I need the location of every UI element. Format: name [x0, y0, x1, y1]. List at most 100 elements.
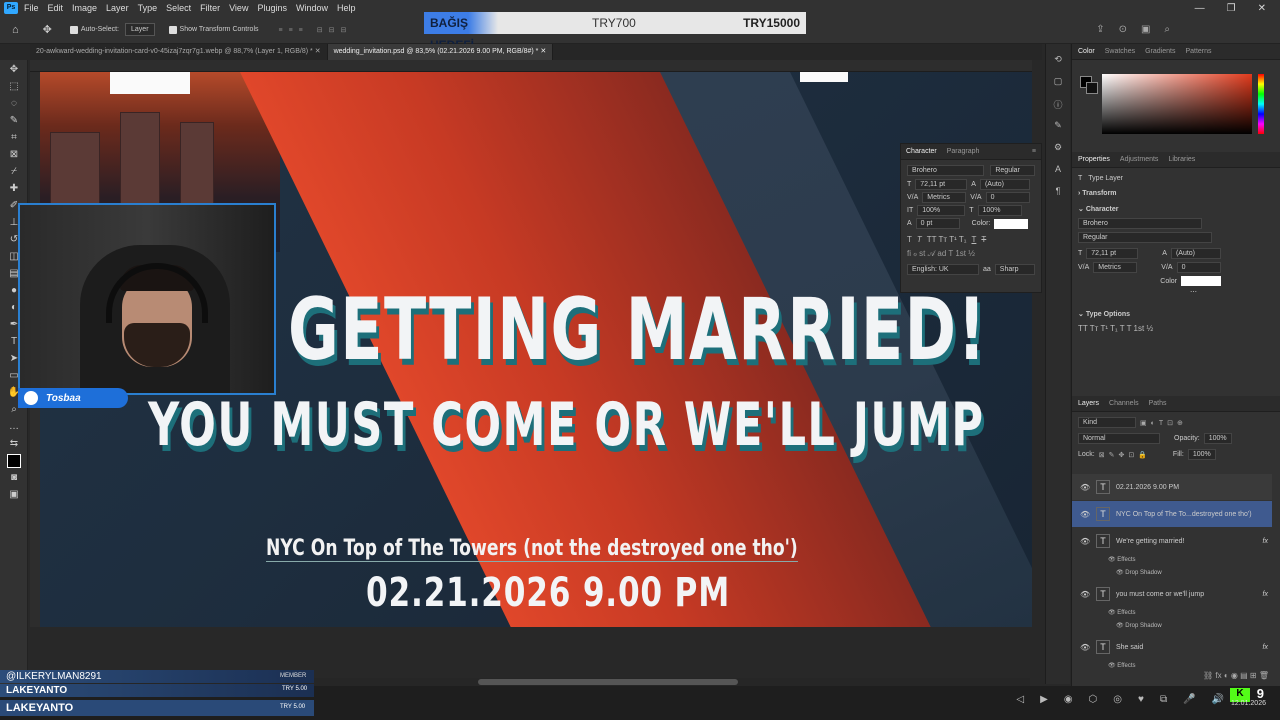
tab-character[interactable]: Character: [906, 148, 937, 155]
tab-adjustments[interactable]: Adjustments: [1120, 156, 1159, 163]
menu-filter[interactable]: Filter: [200, 3, 220, 13]
font-family-dropdown[interactable]: Brohero: [907, 165, 985, 176]
menu-type[interactable]: Type: [138, 3, 158, 13]
tab-document-1[interactable]: 20-awkward-wedding-invitation-card-v0-45…: [30, 44, 328, 60]
swap-colors-icon[interactable]: ⇆: [7, 437, 21, 451]
layer-row[interactable]: 👁 T We're getting married! fx: [1072, 528, 1272, 554]
scrollbar-thumb[interactable]: [478, 679, 738, 685]
fx-icon[interactable]: fx: [1263, 591, 1268, 598]
screen-mode-icon[interactable]: ▣: [7, 488, 21, 502]
visibility-eye-icon[interactable]: 👁: [1080, 643, 1090, 652]
font-style-dropdown[interactable]: Regular: [990, 165, 1035, 176]
tab-libraries[interactable]: Libraries: [1168, 156, 1195, 163]
tab-swatches[interactable]: Swatches: [1105, 48, 1135, 55]
type-options-buttons[interactable]: TT Tт T¹ T₁ T T 1st ½: [1072, 324, 1280, 333]
tab-paragraph[interactable]: Paragraph: [947, 148, 980, 155]
menu-edit[interactable]: Edit: [48, 3, 64, 13]
home-icon[interactable]: ⌂: [12, 24, 19, 36]
eyedropper-tool-icon[interactable]: ⌿: [7, 165, 21, 179]
menu-layer[interactable]: Layer: [106, 3, 129, 13]
prop-style-dropdown[interactable]: Regular: [1078, 232, 1212, 243]
headline-text[interactable]: GETTING MARRIED!: [288, 280, 987, 380]
menu-image[interactable]: Image: [72, 3, 97, 13]
prop-font-dropdown[interactable]: Brohero: [1078, 218, 1202, 229]
align-icons[interactable]: ≡≡≡ ⊟⊟⊟: [279, 26, 353, 34]
tab-layers[interactable]: Layers: [1078, 400, 1099, 407]
transform-section[interactable]: Transform: [1082, 190, 1116, 197]
layer-kind-filter[interactable]: Kind: [1078, 417, 1136, 428]
opacity-field[interactable]: 100%: [1203, 433, 1232, 444]
prop-tracking-field[interactable]: 0: [1176, 262, 1221, 273]
language-dropdown[interactable]: English: UK: [907, 264, 979, 275]
leading-field[interactable]: (Auto): [979, 179, 1030, 190]
tray-icon[interactable]: ◎: [1113, 694, 1122, 705]
adjust-icon[interactable]: ⚙: [1052, 142, 1064, 154]
menu-select[interactable]: Select: [166, 3, 191, 13]
auto-select-target-dropdown[interactable]: Layer: [125, 23, 155, 36]
vertical-scale-field[interactable]: 100%: [917, 205, 966, 216]
layer-row[interactable]: 👁 T She said fx: [1072, 634, 1272, 660]
visibility-eye-icon[interactable]: 👁: [1080, 537, 1090, 546]
top-right-icons[interactable]: ⇪⊙▣⌕: [1096, 24, 1184, 35]
auto-select-checkbox[interactable]: [69, 25, 78, 34]
layer-row[interactable]: 👁 T you must come or we'll jump fx: [1072, 581, 1272, 607]
menu-plugins[interactable]: Plugins: [257, 3, 287, 13]
tab-document-2[interactable]: wedding_invitation.psd @ 83,5% (02.21.20…: [327, 44, 554, 60]
foreground-color-swatch[interactable]: [7, 454, 21, 468]
tab-color[interactable]: Color: [1078, 48, 1095, 55]
tracking-field[interactable]: 0: [985, 192, 1030, 203]
prop-kerning-field[interactable]: Metrics: [1093, 262, 1138, 273]
crop-tool-icon[interactable]: ⌗: [7, 131, 21, 145]
location-text[interactable]: NYC On Top of The Towers (not the destro…: [266, 536, 798, 562]
fx-icon[interactable]: fx: [1263, 538, 1268, 545]
lock-icons[interactable]: ⊠✎✥⊡🔒: [1099, 451, 1151, 459]
date-text[interactable]: 02.21.2026 9.00 PM: [366, 570, 730, 616]
prop-color-swatch[interactable]: [1181, 276, 1221, 286]
tray-icon[interactable]: ⬡: [1089, 694, 1098, 705]
menu-file[interactable]: File: [24, 3, 39, 13]
kerning-field[interactable]: Metrics: [922, 192, 967, 203]
character-panel-icon[interactable]: A: [1052, 164, 1064, 176]
minimize-icon[interactable]: —: [1195, 3, 1205, 14]
text-style-buttons[interactable]: T T TT Tт T¹ T₁ T T: [901, 235, 1041, 244]
font-size-field[interactable]: 72,11 pt: [915, 179, 968, 190]
more-options-icon[interactable]: ⋯: [1072, 288, 1280, 296]
tray-icon[interactable]: ⧉: [1160, 694, 1167, 705]
character-section[interactable]: Character: [1086, 206, 1119, 213]
visibility-eye-icon[interactable]: 👁: [1080, 483, 1090, 492]
paragraph-panel-icon[interactable]: ¶: [1052, 186, 1064, 198]
close-icon[interactable]: ✕: [540, 48, 546, 55]
tray-icon[interactable]: ♥: [1138, 694, 1144, 705]
horizontal-scale-field[interactable]: 100%: [977, 205, 1022, 216]
layer-filter-icons[interactable]: ▣◐T⊡⊕: [1140, 419, 1187, 427]
color-field[interactable]: [1102, 74, 1252, 134]
move-tool-icon[interactable]: ✥: [43, 23, 52, 36]
layer-actions[interactable]: ⛓ fx ◐ ◉ ▤ ⊞ 🗑: [1197, 671, 1275, 680]
fx-icon[interactable]: fx: [1263, 644, 1268, 651]
panel-menu-icon[interactable]: ≡: [1032, 148, 1036, 155]
lasso-tool-icon[interactable]: ◌: [7, 97, 21, 111]
visibility-eye-icon[interactable]: 👁: [1080, 510, 1090, 519]
prop-size-field[interactable]: 72,11 pt: [1086, 248, 1139, 259]
layer-row[interactable]: 👁 T 02.21.2026 9.00 PM: [1072, 474, 1272, 500]
menu-help[interactable]: Help: [337, 3, 356, 13]
close-icon[interactable]: ✕: [315, 48, 321, 55]
menu-window[interactable]: Window: [296, 3, 328, 13]
baseline-field[interactable]: 0 pt: [915, 218, 960, 229]
type-options-section-icon[interactable]: ⌄: [1078, 310, 1086, 318]
comments-icon[interactable]: ▢: [1052, 76, 1064, 88]
character-section-icon[interactable]: ⌄: [1078, 205, 1086, 213]
more-tools-icon[interactable]: …: [7, 420, 21, 434]
subheadline-text[interactable]: YOU MUST COME OR WE'LL JUMP: [148, 390, 984, 460]
tab-patterns[interactable]: Patterns: [1185, 48, 1211, 55]
menu-view[interactable]: View: [229, 3, 248, 13]
tab-paths[interactable]: Paths: [1149, 400, 1167, 407]
fill-field[interactable]: 100%: [1187, 449, 1216, 460]
prop-leading-field[interactable]: (Auto): [1170, 248, 1221, 259]
tab-channels[interactable]: Channels: [1109, 400, 1139, 407]
frame-tool-icon[interactable]: ⊠: [7, 148, 21, 162]
tray-icon[interactable]: 🔊: [1212, 694, 1224, 705]
history-icon[interactable]: ⟲: [1052, 54, 1064, 66]
opentype-buttons[interactable]: fi ℴ st 𝒜 ad T 1st ½: [901, 249, 1041, 259]
tray-icon[interactable]: ▶: [1040, 694, 1048, 705]
